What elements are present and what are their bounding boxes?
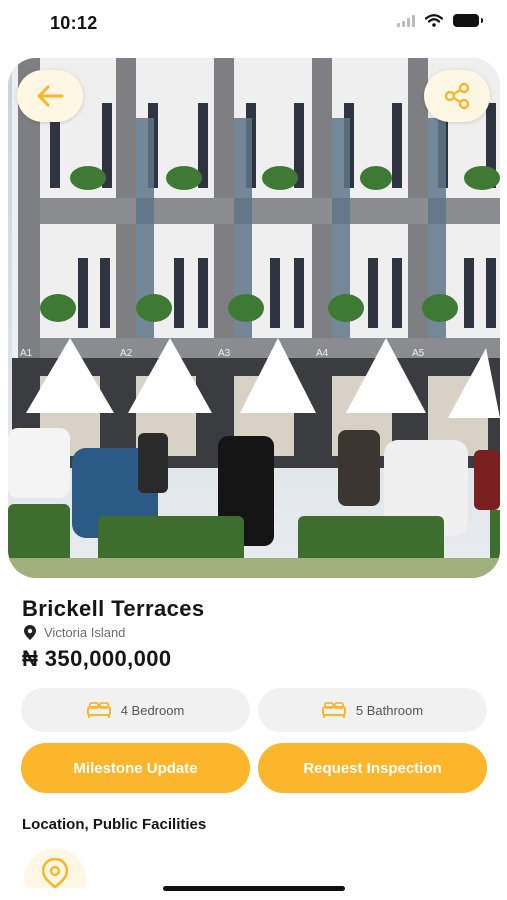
bedroom-label: 4 Bedroom: [120, 702, 185, 718]
arrow-left-icon: [37, 85, 64, 107]
status-icons: [397, 14, 483, 27]
location-pin-icon: [24, 625, 36, 640]
milestone-update-button[interactable]: Milestone Update: [21, 743, 250, 793]
bathroom-label: 5 Bathroom: [355, 702, 424, 718]
home-indicator: [163, 886, 345, 891]
facility-item[interactable]: [24, 848, 86, 888]
share-button[interactable]: [424, 70, 490, 122]
battery-icon: [453, 14, 483, 27]
property-price: ₦ 350,000,000: [22, 646, 172, 671]
unit-label: A4: [316, 348, 329, 359]
unit-label: A3: [218, 348, 231, 359]
property-title: Brickell Terraces: [22, 596, 205, 621]
bathroom-pill: 5 Bathroom: [258, 688, 487, 732]
bed-icon: [86, 702, 111, 718]
property-hero-image: A1 A2 A3 A4 A5: [8, 58, 500, 578]
facilities-heading: Location, Public Facilities: [22, 816, 207, 833]
back-button[interactable]: [17, 70, 83, 122]
facility-icon-bubble: [24, 848, 86, 888]
bedroom-pill: 4 Bedroom: [21, 688, 250, 732]
cellular-icon: [397, 14, 415, 27]
unit-label: A2: [120, 348, 133, 359]
status-bar: 10:12: [0, 0, 507, 48]
unit-label: A5: [412, 348, 425, 359]
unit-label: A1: [20, 348, 33, 359]
status-time: 10:12: [50, 13, 98, 33]
share-icon: [444, 82, 470, 110]
request-inspection-button[interactable]: Request Inspection: [258, 743, 487, 793]
location-text: Victoria Island: [44, 625, 126, 640]
location-pin-icon: [42, 858, 68, 888]
bath-icon: [321, 702, 346, 718]
location-row: Victoria Island: [24, 625, 125, 640]
wifi-icon: [425, 14, 443, 27]
